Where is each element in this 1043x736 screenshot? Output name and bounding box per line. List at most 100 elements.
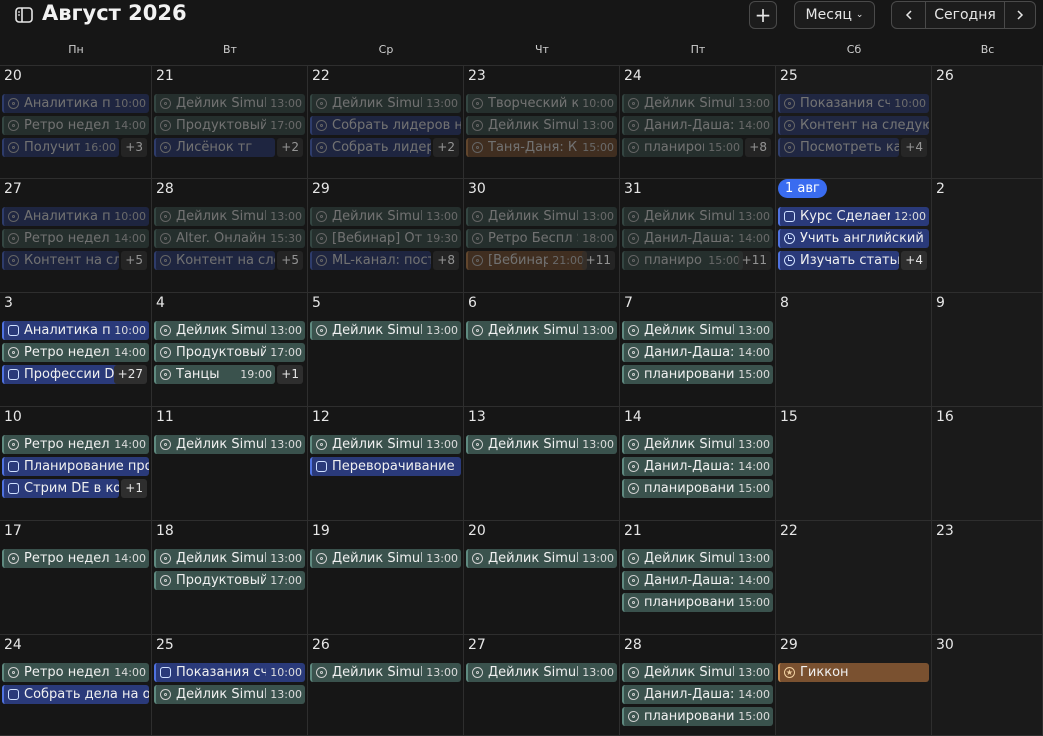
day-cell[interactable]: 19 Дейлик Simul 13:00 bbox=[308, 521, 464, 635]
calendar-event[interactable]: Дейлик Simul 13:00 bbox=[466, 435, 617, 454]
more-events-badge[interactable]: +11 bbox=[581, 251, 615, 270]
calendar-event[interactable]: Дейлик Simul 13:00 bbox=[310, 321, 461, 340]
day-number[interactable]: 14 bbox=[624, 409, 642, 425]
calendar-event[interactable]: Собрать лидеров на bbox=[310, 116, 461, 135]
more-events-badge[interactable]: +1 bbox=[121, 479, 147, 498]
calendar-event[interactable]: Показания сч 10:00 bbox=[778, 94, 929, 113]
day-number[interactable]: 27 bbox=[4, 181, 22, 197]
day-cell[interactable]: 30 bbox=[932, 635, 1043, 736]
calendar-event[interactable]: Дейлик Simul 13:00 bbox=[310, 435, 461, 454]
today-date-badge[interactable]: 1 авг bbox=[778, 179, 827, 198]
calendar-event[interactable]: Дейлик Simul 13:00 bbox=[154, 207, 305, 226]
day-cell[interactable]: 7 Дейлик Simul 13:00 Данил-Даша: 14:00 планир… bbox=[620, 293, 776, 407]
calendar-event[interactable]: Дейлик Simul 13:00 bbox=[154, 94, 305, 113]
day-cell[interactable]: 4 Дейлик Simul 13:00 Продуктовый 17:00 Танцы 1… bbox=[152, 293, 308, 407]
day-cell[interactable]: 5 Дейлик Simul 13:00 bbox=[308, 293, 464, 407]
calendar-event[interactable]: Ретро недели 14:00 bbox=[2, 435, 149, 454]
day-cell[interactable]: 29 ★ Гиккон bbox=[776, 635, 932, 736]
calendar-event[interactable]: Дейлик Simul 13:00 bbox=[622, 321, 773, 340]
day-cell[interactable]: 3 Аналитика по 10:00 Ретро недели 14:00 Профе… bbox=[0, 293, 152, 407]
calendar-event[interactable]: Дейлик Simul 13:00 bbox=[622, 549, 773, 568]
calendar-event[interactable]: планиров 15:00 bbox=[622, 138, 743, 157]
day-cell[interactable]: 17 Ретро недели 14:00 bbox=[0, 521, 152, 635]
calendar-event[interactable]: Учить английский bbox=[778, 229, 929, 248]
calendar-event[interactable]: Alter. Онлайн 15:30 bbox=[154, 229, 305, 248]
view-mode-dropdown[interactable]: Месяц ⌄ bbox=[794, 1, 875, 29]
day-cell[interactable]: 16 bbox=[932, 407, 1043, 521]
day-cell[interactable]: 27 Аналитика по 10:00 Ретро недели 14:00 Конт… bbox=[0, 179, 152, 293]
day-number[interactable]: 13 bbox=[468, 409, 486, 425]
calendar-event[interactable]: Контент на сле bbox=[2, 251, 119, 270]
calendar-event[interactable]: Показания сч 10:00 bbox=[154, 663, 305, 682]
day-cell[interactable]: 14 Дейлик Simul 13:00 Данил-Даша: 14:00 плани… bbox=[620, 407, 776, 521]
day-number[interactable]: 16 bbox=[936, 409, 954, 425]
day-cell[interactable]: 12 Дейлик Simul 13:00 Переворачивание bbox=[308, 407, 464, 521]
calendar-event[interactable]: Ретро недели 14:00 bbox=[2, 663, 149, 682]
calendar-event[interactable]: Дейлик Simul 13:00 bbox=[622, 663, 773, 682]
day-cell[interactable]: 21 Дейлик Simul 13:00 Продуктовый 17:00 Лисён… bbox=[152, 66, 308, 179]
day-cell[interactable]: 8 bbox=[776, 293, 932, 407]
calendar-event[interactable]: Планирование про bbox=[2, 457, 149, 476]
day-cell[interactable]: 11 Дейлик Simul 13:00 bbox=[152, 407, 308, 521]
day-cell[interactable]: 27 Дейлик Simul 13:00 bbox=[464, 635, 620, 736]
calendar-event[interactable]: Переворачивание bbox=[310, 457, 461, 476]
calendar-event[interactable]: планировани 15:00 bbox=[622, 479, 773, 498]
sidebar-toggle-icon[interactable] bbox=[14, 5, 34, 25]
calendar-event[interactable]: Данил-Даша: 14:00 bbox=[622, 457, 773, 476]
calendar-event[interactable]: Дейлик Simul 13:00 bbox=[466, 321, 617, 340]
calendar-event[interactable]: Контент на следующ bbox=[778, 116, 929, 135]
day-number[interactable]: 29 bbox=[780, 637, 798, 653]
calendar-event[interactable]: Ретро недели 14:00 bbox=[2, 116, 149, 135]
calendar-event[interactable]: Курс Сделаем 12:00 bbox=[778, 207, 929, 226]
calendar-event[interactable]: Продуктовый 17:00 bbox=[154, 116, 305, 135]
day-number[interactable]: 8 bbox=[780, 295, 789, 311]
calendar-event[interactable]: планировани 15:00 bbox=[622, 365, 773, 384]
calendar-event[interactable]: Дейлик Simul 13:00 bbox=[310, 207, 461, 226]
day-number[interactable]: 26 bbox=[936, 68, 954, 84]
calendar-event[interactable]: ML-канал: пост bbox=[310, 251, 431, 270]
calendar-event[interactable]: Дейлик Simul 13:00 bbox=[310, 663, 461, 682]
day-cell[interactable]: 25Показания сч10:00Контент на следующПос… bbox=[776, 66, 932, 179]
day-number[interactable]: 21 bbox=[156, 68, 174, 84]
next-month-button[interactable] bbox=[1005, 2, 1035, 28]
day-cell[interactable]: 24 Дейлик Simul 13:00 Данил-Даша: 14:00 плани… bbox=[620, 66, 776, 179]
day-number[interactable]: 2 bbox=[936, 181, 945, 197]
day-number[interactable]: 4 bbox=[156, 295, 165, 311]
day-cell[interactable]: 20 Дейлик Simul 13:00 bbox=[464, 521, 620, 635]
day-number[interactable]: 28 bbox=[624, 637, 642, 653]
day-number[interactable]: 21 bbox=[624, 523, 642, 539]
day-number[interactable]: 5 bbox=[312, 295, 321, 311]
today-button[interactable]: Сегодня bbox=[926, 2, 1005, 28]
day-cell[interactable]: 18 Дейлик Simul 13:00 Продуктовый 17:00 bbox=[152, 521, 308, 635]
day-number[interactable]: 7 bbox=[624, 295, 633, 311]
calendar-event[interactable]: Ретро Беспл S 18:00 bbox=[466, 229, 617, 248]
calendar-event[interactable]: Дейлик Simul 13:00 bbox=[622, 435, 773, 454]
day-cell[interactable]: 26 Дейлик Simul 13:00 bbox=[308, 635, 464, 736]
calendar-event[interactable]: Профессии D bbox=[2, 365, 119, 384]
calendar-event[interactable]: Ретро недели 14:00 bbox=[2, 229, 149, 248]
calendar-event[interactable]: Получить 16:00 bbox=[2, 138, 119, 157]
day-cell[interactable]: 28 Дейлик Simul 13:00 Данил-Даша: 14:00 плани… bbox=[620, 635, 776, 736]
calendar-event[interactable]: Дейлик Simul 13:00 bbox=[466, 549, 617, 568]
more-events-badge[interactable]: +27 bbox=[113, 365, 147, 384]
calendar-event[interactable]: Данил-Даша: 14:00 bbox=[622, 343, 773, 362]
day-number[interactable]: 28 bbox=[156, 181, 174, 197]
calendar-event[interactable]: планировани 15:00 bbox=[622, 593, 773, 612]
day-cell[interactable]: 22 bbox=[776, 521, 932, 635]
calendar-event[interactable]: Стрим DE в ко bbox=[2, 479, 119, 498]
more-events-badge[interactable]: +5 bbox=[121, 251, 147, 270]
day-cell[interactable]: 28 Дейлик Simul 13:00 Alter. Онлайн 15:30 Кон… bbox=[152, 179, 308, 293]
calendar-event[interactable]: планировани 15:00 bbox=[622, 707, 773, 726]
day-number[interactable]: 26 bbox=[312, 637, 330, 653]
day-number[interactable]: 30 bbox=[936, 637, 954, 653]
day-cell[interactable]: 9 bbox=[932, 293, 1043, 407]
more-events-badge[interactable]: +2 bbox=[277, 138, 303, 157]
day-number[interactable]: 6 bbox=[468, 295, 477, 311]
day-number[interactable]: 29 bbox=[312, 181, 330, 197]
calendar-event[interactable]: ★ Гиккон bbox=[778, 663, 929, 682]
calendar-event[interactable]: Посмотреть ка bbox=[778, 138, 899, 157]
day-number[interactable]: 11 bbox=[156, 409, 174, 425]
calendar-event[interactable]: Продуктовый 17:00 bbox=[154, 571, 305, 590]
add-event-button[interactable]: + bbox=[749, 1, 777, 29]
day-number[interactable]: 30 bbox=[468, 181, 486, 197]
